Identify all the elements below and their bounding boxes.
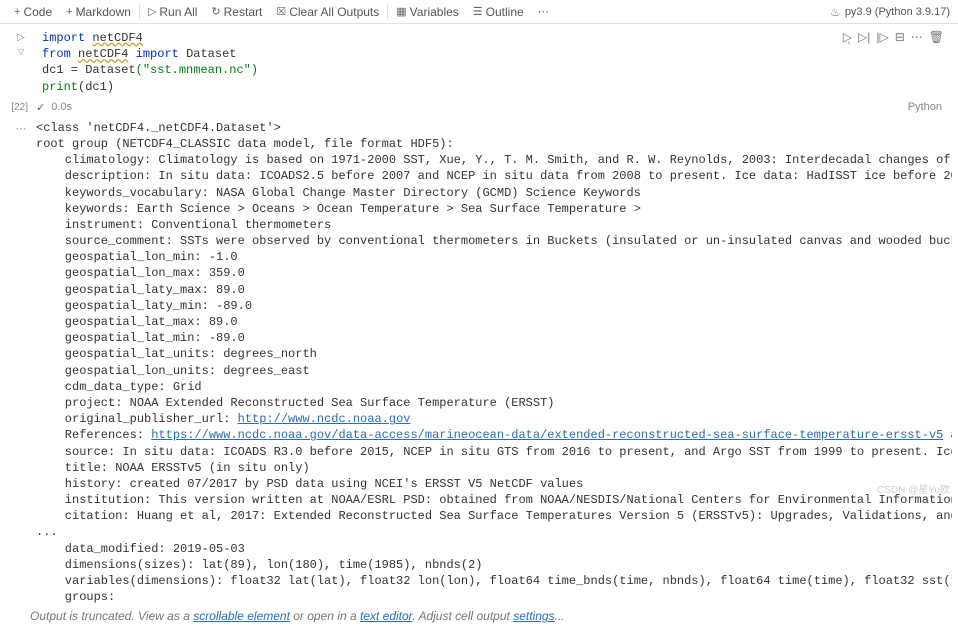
run-below-button[interactable]: ▽ xyxy=(18,47,24,56)
cell-actions: ▷̩ ▷| |▷ ⊟ ⋯ 🗑 xyxy=(843,26,952,48)
ellipsis-icon: ⋯ xyxy=(538,5,549,18)
success-icon: ✓ xyxy=(36,101,45,114)
output-text: <class 'netCDF4._netCDF4.Dataset'> root … xyxy=(36,120,952,606)
restart-button[interactable]: ↻Restart xyxy=(205,4,268,20)
execute-above-icon[interactable]: ▷| xyxy=(858,30,870,44)
split-cell-icon[interactable]: ⊟ xyxy=(895,30,905,44)
restart-icon: ↻ xyxy=(211,5,220,18)
variables-button[interactable]: ▦Variables xyxy=(387,4,465,20)
publisher-url-link[interactable]: http://www.ncdc.noaa.gov xyxy=(238,412,411,426)
execution-time: 0.0s xyxy=(51,101,72,113)
execution-count: [22] xyxy=(6,102,36,113)
scrollable-element-link[interactable]: scrollable element xyxy=(193,609,290,623)
cell-language[interactable]: Python xyxy=(908,101,952,113)
code-cell: ▷ ▽ import netCDF4 from netCDF4 import D… xyxy=(0,24,958,101)
references-link-1[interactable]: https://www.ncdc.noaa.gov/data-access/ma… xyxy=(151,428,943,442)
outline-button[interactable]: ☰Outline xyxy=(467,4,530,20)
outline-icon: ☰ xyxy=(473,5,483,18)
python-icon: ♨ xyxy=(830,5,841,19)
clear-outputs-button[interactable]: ☒Clear All Outputs xyxy=(270,4,385,20)
add-code-button[interactable]: +Code xyxy=(8,4,58,20)
variables-icon: ▦ xyxy=(396,5,406,18)
run-all-icon: ▷ xyxy=(148,5,156,18)
settings-link[interactable]: settings xyxy=(513,609,554,623)
run-all-button[interactable]: ▷Run All xyxy=(139,4,204,20)
cell-output: ⋯ <class 'netCDF4._netCDF4.Dataset'> roo… xyxy=(0,116,958,606)
code-editor[interactable]: import netCDF4 from netCDF4 import Datas… xyxy=(36,26,843,99)
toolbar-overflow-button[interactable]: ⋯ xyxy=(532,4,555,19)
run-cell-button[interactable]: ▷ xyxy=(17,32,25,43)
clear-icon: ☒ xyxy=(276,5,286,18)
run-by-line-icon[interactable]: ▷̩ xyxy=(843,30,852,44)
add-markdown-button[interactable]: +Markdown xyxy=(60,4,137,20)
plus-icon: + xyxy=(14,6,20,18)
more-actions-icon[interactable]: ⋯ xyxy=(911,30,923,44)
truncation-notice: Output is truncated. View as a scrollabl… xyxy=(0,605,958,627)
kernel-selector[interactable]: py3.9 (Python 3.9.17) xyxy=(845,6,950,18)
output-menu-icon[interactable]: ⋯ xyxy=(6,120,36,135)
text-editor-link[interactable]: text editor xyxy=(360,609,412,623)
delete-cell-icon[interactable]: 🗑 xyxy=(929,30,944,44)
notebook-toolbar: +Code +Markdown ▷Run All ↻Restart ☒Clear… xyxy=(0,0,958,24)
execution-status: [22] ✓ 0.0s Python xyxy=(0,101,958,116)
watermark: CSDN @星Yu欧 xyxy=(877,481,950,496)
plus-icon: + xyxy=(66,6,72,18)
execute-below-icon[interactable]: |▷ xyxy=(876,30,888,44)
